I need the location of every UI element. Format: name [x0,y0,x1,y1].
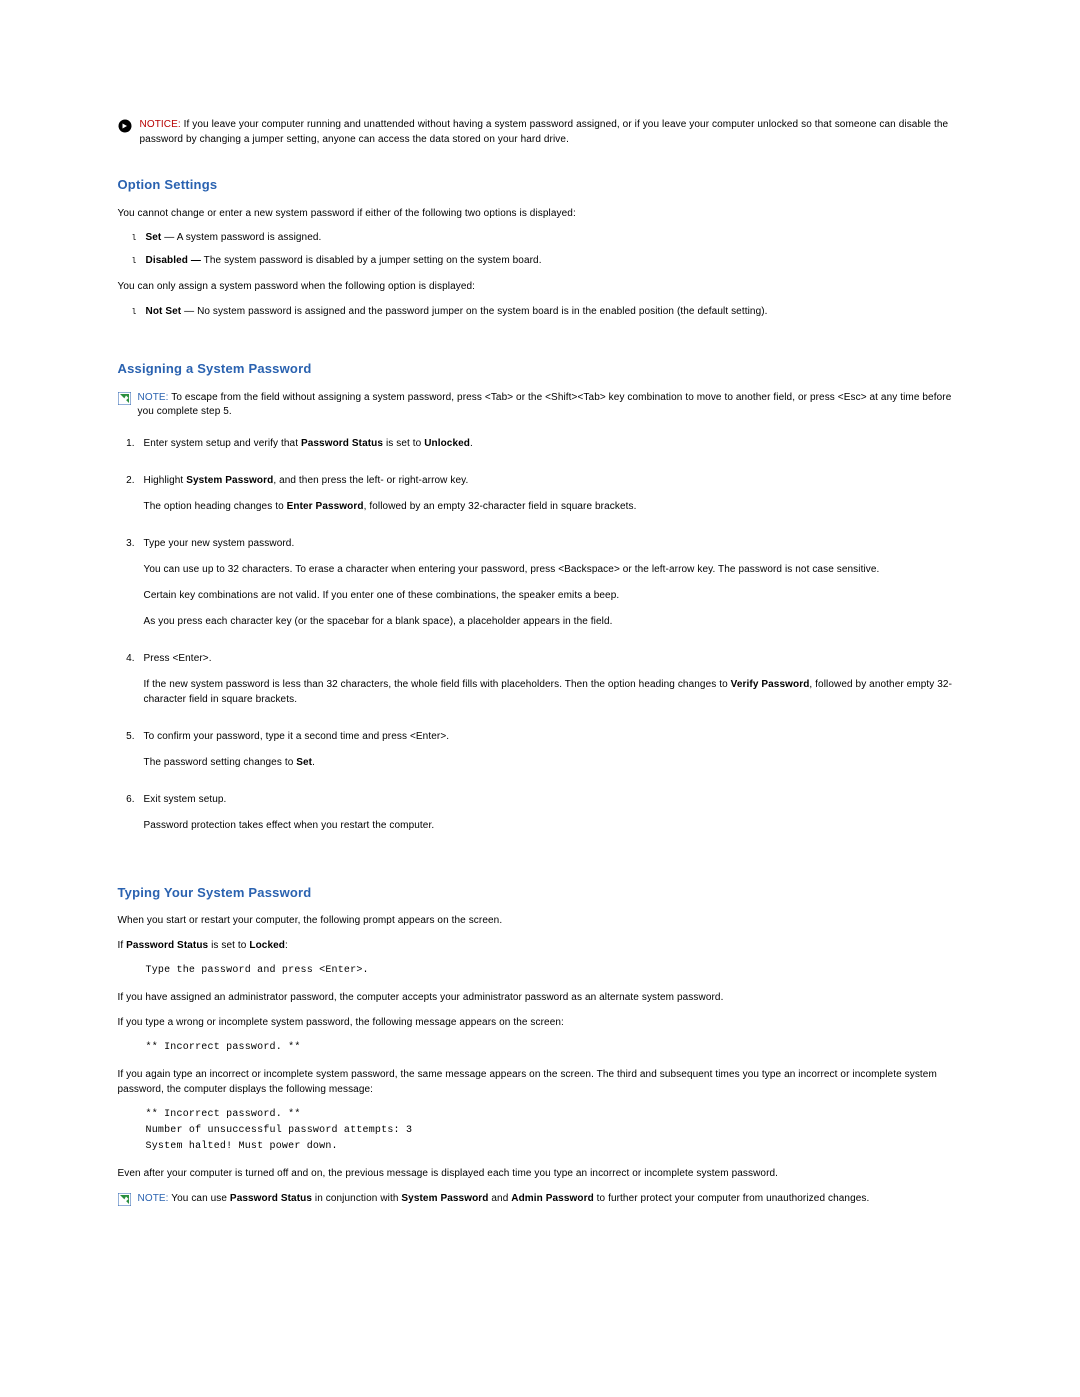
note-icon [118,392,131,405]
paragraph: You can only assign a system password wh… [118,280,963,295]
notice-label: NOTICE: [140,119,181,130]
code-block: Type the password and press <Enter>. [118,963,963,979]
step-detail: If the new system password is less than … [144,677,963,707]
paragraph: Even after your computer is turned off a… [118,1167,963,1182]
heading-typing-password: Typing Your System Password [118,883,963,903]
list-item: Set — A system password is assigned. [146,231,963,246]
heading-assigning-password: Assigning a System Password [118,359,963,379]
step-detail: Certain key combinations are not valid. … [144,588,963,603]
step-detail: The option heading changes to Enter Pass… [144,499,963,514]
code-block: ** Incorrect password. ** Number of unsu… [118,1107,963,1155]
note-callout: NOTE: To escape from the field without a… [118,391,963,420]
paragraph: If you type a wrong or incomplete system… [118,1016,963,1031]
list-item: Type your new system password. You can u… [138,536,963,629]
list-item: To confirm your password, type it a seco… [138,729,963,770]
step-detail: As you press each character key (or the … [144,614,963,629]
document-page: NOTICE: If you leave your computer runni… [118,0,963,1282]
paragraph: If you again type an incorrect or incomp… [118,1068,963,1097]
note-label: NOTE: [138,392,169,403]
step-detail: Password protection takes effect when yo… [144,818,963,833]
bullet-list: Not Set — No system password is assigned… [118,305,963,320]
note-label: NOTE: [138,1193,169,1204]
list-item: Enter system setup and verify that Passw… [138,436,963,451]
bullet-list: Set — A system password is assigned. Dis… [118,231,963,268]
list-item: Highlight System Password, and then pres… [138,473,963,514]
paragraph: When you start or restart your computer,… [118,914,963,929]
note-callout: NOTE: You can use Password Status in con… [118,1192,963,1207]
paragraph: If Password Status is set to Locked: [118,939,963,954]
paragraph: If you have assigned an administrator pa… [118,991,963,1006]
heading-option-settings: Option Settings [118,175,963,195]
step-detail: You can use up to 32 characters. To eras… [144,562,963,577]
step-detail: The password setting changes to Set. [144,755,963,770]
note-icon [118,1193,131,1206]
notice-text: NOTICE: If you leave your computer runni… [140,118,963,147]
list-item: Disabled — The system password is disabl… [146,254,963,269]
code-block: ** Incorrect password. ** [118,1040,963,1056]
note-text: NOTE: You can use Password Status in con… [138,1192,870,1207]
notice-callout: NOTICE: If you leave your computer runni… [118,118,963,147]
list-item: Exit system setup. Password protection t… [138,792,963,833]
paragraph: You cannot change or enter a new system … [118,207,963,222]
list-item: Not Set — No system password is assigned… [146,305,963,320]
note-text: NOTE: To escape from the field without a… [138,391,963,420]
notice-icon [118,119,132,133]
ordered-steps: Enter system setup and verify that Passw… [118,436,963,833]
notice-body: If you leave your computer running and u… [140,119,949,145]
list-item: Press <Enter>. If the new system passwor… [138,651,963,707]
note-body: To escape from the field without assigni… [138,392,952,418]
